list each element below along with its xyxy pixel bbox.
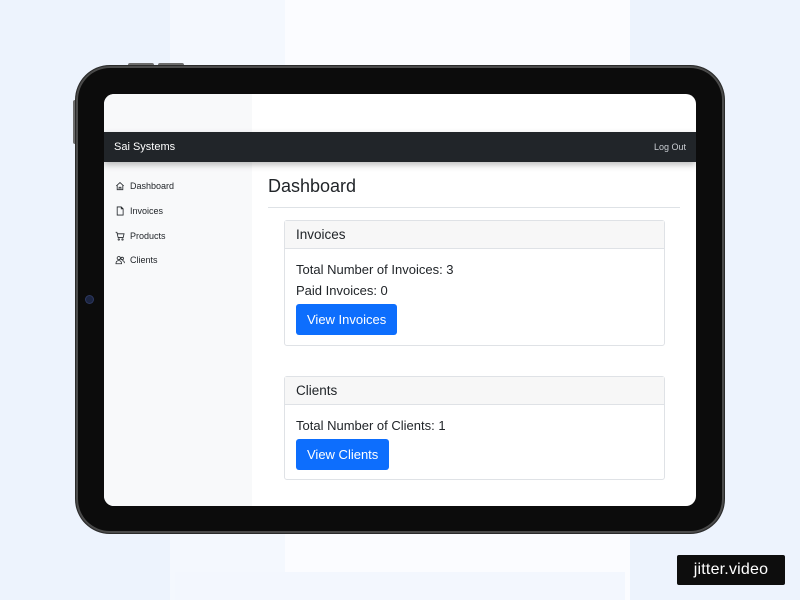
view-clients-button[interactable]: View Clients [296, 439, 390, 470]
divider [268, 207, 680, 208]
sidebar-item-label: Clients [130, 255, 158, 266]
clients-card: Clients Total Number of Clients: 1 View … [284, 376, 665, 480]
tablet-screen: Sai Systems Log Out Dashboard Invoices P… [104, 94, 696, 506]
invoices-card: Invoices Total Number of Invoices: 3 Pai… [284, 220, 665, 346]
people-icon [115, 256, 125, 265]
sidebar: Dashboard Invoices Products Clients [104, 162, 252, 506]
sidebar-item-label: Dashboard [130, 181, 175, 192]
total-invoices-text: Total Number of Invoices: 3 [296, 262, 454, 277]
logout-link[interactable]: Log Out [654, 142, 686, 152]
clients-card-header: Clients [285, 377, 664, 405]
cart-icon [115, 231, 125, 241]
top-navbar: Sai Systems Log Out [104, 132, 696, 162]
paid-invoices-text: Paid Invoices: 0 [296, 283, 388, 298]
page-title: Dashboard [268, 176, 357, 196]
invoices-card-body: Total Number of Invoices: 3 Paid Invoice… [285, 249, 664, 345]
sidebar-item-invoices[interactable]: Invoices [104, 199, 252, 224]
invoices-card-header: Invoices [285, 221, 664, 249]
camera-icon [86, 296, 93, 303]
view-invoices-button[interactable]: View Invoices [296, 304, 398, 335]
sidebar-item-label: Invoices [130, 206, 164, 217]
sidebar-item-label: Products [130, 230, 166, 241]
home-icon [115, 182, 125, 191]
clients-card-body: Total Number of Clients: 1 View Clients [285, 405, 664, 480]
file-icon [116, 206, 124, 216]
sidebar-item-clients[interactable]: Clients [104, 248, 252, 273]
total-clients-text: Total Number of Clients: 1 [296, 418, 446, 433]
brand-name[interactable]: Sai Systems [114, 141, 175, 153]
main-content: Dashboard Invoices Total Number of Invoi… [268, 162, 680, 506]
sidebar-item-products[interactable]: Products [104, 223, 252, 248]
background-bottom [175, 572, 625, 600]
watermark-logo: jitter.video [677, 555, 785, 585]
sidebar-item-dashboard[interactable]: Dashboard [104, 174, 252, 199]
